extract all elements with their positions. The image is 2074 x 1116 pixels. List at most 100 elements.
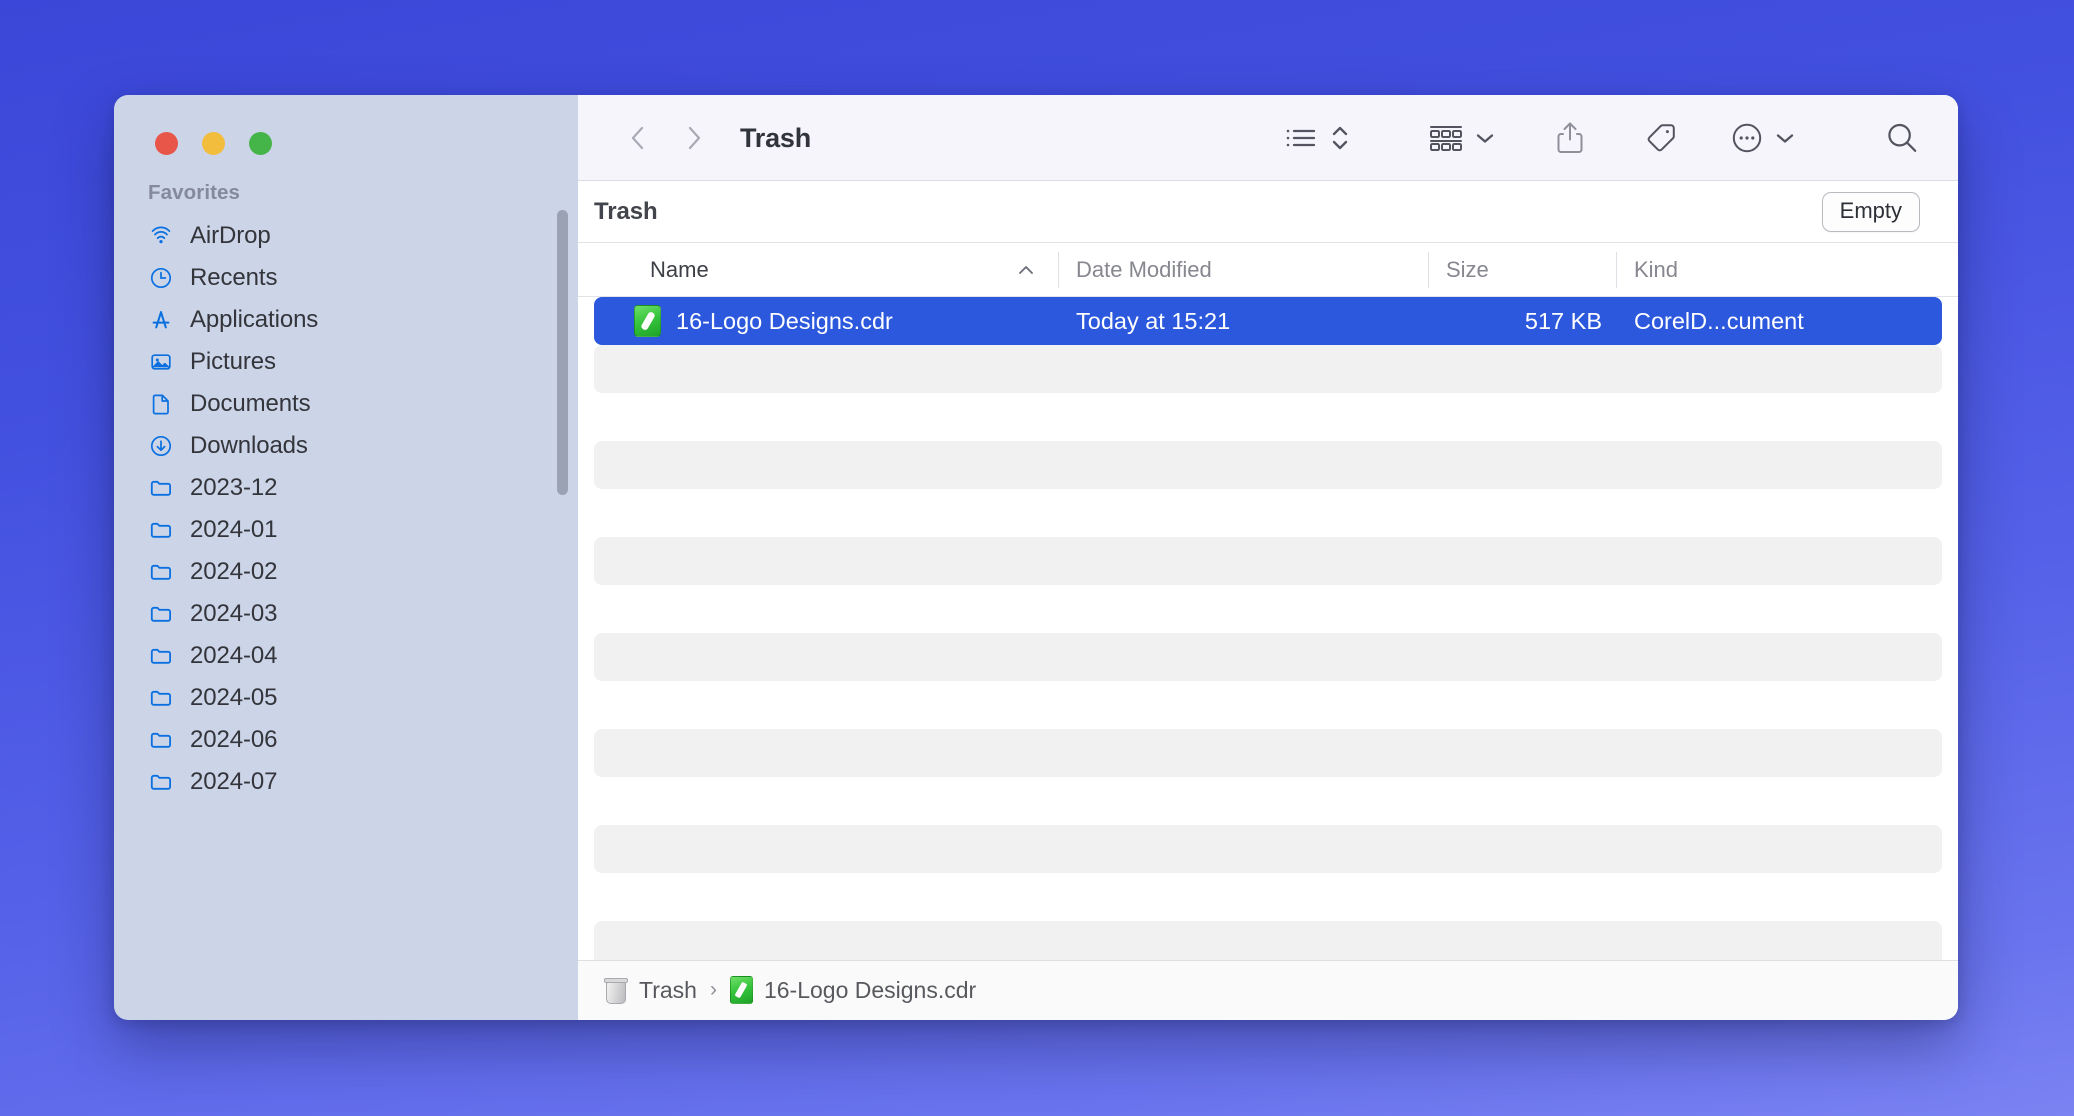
group-view-group[interactable] [1428,122,1496,154]
column-header-label: Date Modified [1076,257,1212,283]
sidebar-item-pictures[interactable]: Pictures [114,341,578,383]
table-row[interactable]: 16-Logo Designs.cdr Today at 15:21 517 K… [594,297,1942,345]
column-header-label: Size [1446,257,1489,283]
folder-icon [148,475,174,501]
path-bar: Trash › 16-Logo Designs.cdr [578,960,1958,1020]
column-header-date-modified[interactable]: Date Modified [1058,243,1428,297]
trash-header-bar: Trash Empty [578,181,1958,243]
file-list[interactable]: 16-Logo Designs.cdr Today at 15:21 517 K… [578,297,1958,960]
chevron-down-icon[interactable] [1474,130,1496,146]
path-segment-file[interactable]: 16-Logo Designs.cdr [730,976,976,1004]
main-pane: Trash [578,95,1958,1020]
more-ellipsis-icon[interactable] [1730,121,1764,155]
toolbar: Trash [578,95,1958,181]
file-name-cell: 16-Logo Designs.cdr [594,305,1058,337]
document-icon [148,391,174,417]
traffic-lights [155,132,272,155]
sidebar-scroll-area[interactable]: Favorites AirDrop [114,177,578,1020]
sort-updown-icon[interactable] [1330,122,1350,154]
column-headers: Name Date Modified Size Kind [578,243,1958,297]
list-view-icon[interactable] [1284,123,1318,153]
column-header-kind[interactable]: Kind [1616,243,1958,297]
window-title: Trash [740,123,811,154]
sidebar-item-2024-06[interactable]: 2024-06 [114,719,578,761]
table-row-empty [594,393,1942,441]
folder-icon [148,727,174,753]
path-label: Trash [639,977,697,1004]
view-list-group[interactable] [1284,122,1350,154]
folder-icon [148,643,174,669]
sidebar-item-label: Documents [190,390,310,418]
column-header-label: Kind [1634,257,1678,283]
sidebar-item-label: Recents [190,264,277,292]
sidebar-item-documents[interactable]: Documents [114,383,578,425]
file-size-cell: 517 KB [1428,308,1616,335]
sidebar-item-2024-05[interactable]: 2024-05 [114,677,578,719]
more-options-group[interactable] [1730,121,1796,155]
sidebar-item-recents[interactable]: Recents [114,257,578,299]
folder-icon [148,685,174,711]
sidebar-item-2024-01[interactable]: 2024-01 [114,509,578,551]
table-row-empty [594,441,1942,489]
sidebar-item-2024-04[interactable]: 2024-04 [114,635,578,677]
airdrop-icon [148,223,174,249]
sidebar-item-label: 2024-02 [190,558,277,586]
sidebar-item-label: 2024-05 [190,684,277,712]
sidebar-item-label: Pictures [190,348,276,376]
sidebar-item-downloads[interactable]: Downloads [114,425,578,467]
column-header-size[interactable]: Size [1428,243,1616,297]
path-separator-icon: › [708,978,719,1002]
trash-can-icon [604,976,628,1004]
file-name-label: 16-Logo Designs.cdr [676,308,893,335]
table-row-empty [594,825,1942,873]
close-button[interactable] [155,132,178,155]
chevron-down-icon[interactable] [1774,130,1796,146]
app-store-icon [148,307,174,333]
trash-label: Trash [594,198,658,226]
folder-icon [148,559,174,585]
download-icon [148,433,174,459]
column-header-name[interactable]: Name [594,243,1058,297]
table-row-empty [594,873,1942,921]
search-icon[interactable] [1884,120,1920,156]
sidebar-item-2023-12[interactable]: 2023-12 [114,467,578,509]
back-button[interactable] [618,118,658,158]
sort-ascending-icon [1016,263,1036,277]
sidebar-item-2024-07[interactable]: 2024-07 [114,761,578,803]
sidebar-item-label: 2024-04 [190,642,277,670]
table-row-empty [594,489,1942,537]
sidebar-item-label: 2023-12 [190,474,277,502]
share-icon[interactable] [1554,120,1586,156]
table-row-empty [594,777,1942,825]
sidebar-item-label: Downloads [190,432,308,460]
clock-icon [148,265,174,291]
path-label: 16-Logo Designs.cdr [764,977,976,1004]
sidebar-item-label: 2024-07 [190,768,277,796]
sidebar-scrollbar[interactable] [557,210,568,495]
sidebar-item-airdrop[interactable]: AirDrop [114,215,578,257]
sidebar-item-label: AirDrop [190,222,271,250]
column-header-label: Name [650,257,709,283]
empty-button[interactable]: Empty [1822,192,1920,232]
group-view-icon[interactable] [1428,122,1464,154]
sidebar-item-2024-02[interactable]: 2024-02 [114,551,578,593]
table-row-empty [594,921,1942,960]
table-row-empty [594,729,1942,777]
sidebar-item-label: 2024-01 [190,516,277,544]
table-row-empty [594,345,1942,393]
forward-button[interactable] [674,118,714,158]
picture-icon [148,349,174,375]
sidebar-section-favorites: Favorites [114,181,578,205]
sidebar-item-2024-03[interactable]: 2024-03 [114,593,578,635]
sidebar: Favorites AirDrop [114,95,578,1020]
sidebar-item-label: Applications [190,306,318,334]
sidebar-item-applications[interactable]: Applications [114,299,578,341]
file-date-cell: Today at 15:21 [1058,308,1428,335]
maximize-button[interactable] [249,132,272,155]
folder-icon [148,769,174,795]
minimize-button[interactable] [202,132,225,155]
path-segment-trash[interactable]: Trash [604,976,697,1004]
table-row-empty [594,585,1942,633]
tag-icon[interactable] [1644,121,1678,155]
sidebar-item-label: 2024-06 [190,726,277,754]
